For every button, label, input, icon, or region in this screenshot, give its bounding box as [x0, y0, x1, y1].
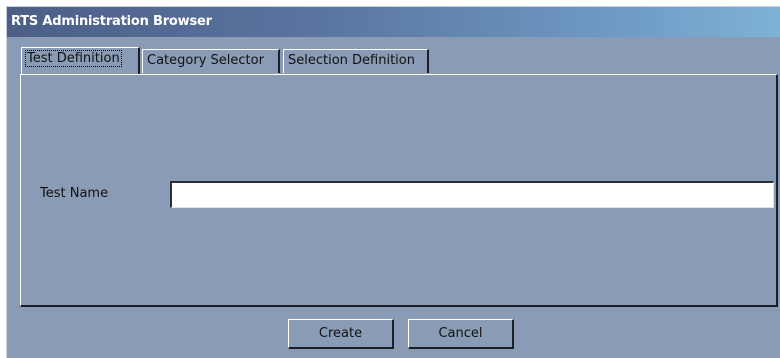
tab-category-selector[interactable]: Category Selector [142, 49, 280, 73]
test-name-input[interactable] [170, 181, 774, 208]
tab-label: Category Selector [147, 53, 264, 68]
tab-selection-definition[interactable]: Selection Definition [283, 49, 429, 73]
tab-test-definition[interactable]: Test Definition [21, 47, 140, 74]
window-title: RTS Administration Browser [11, 14, 212, 29]
application-window: RTS Administration Browser Test Definiti… [6, 6, 780, 358]
tab-panel-test-definition: Test Name [20, 74, 778, 307]
title-bar[interactable]: RTS Administration Browser [7, 7, 780, 37]
tab-label: Selection Definition [288, 53, 415, 68]
tab-label: Test Definition [25, 50, 122, 67]
cancel-button[interactable]: Cancel [408, 319, 514, 349]
create-button[interactable]: Create [288, 319, 394, 349]
test-name-label: Test Name [40, 186, 109, 201]
